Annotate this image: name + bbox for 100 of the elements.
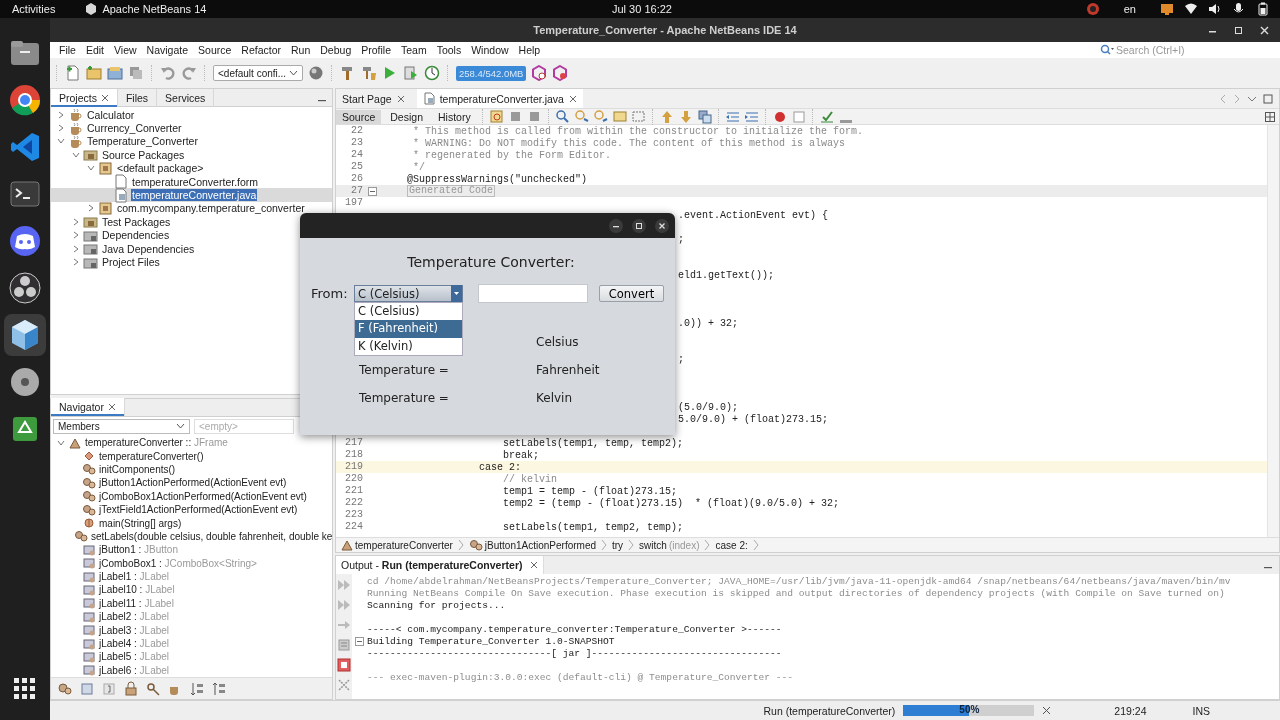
panel-tab[interactable]: Files [117,88,158,107]
member-item[interactable]: temperatureConverter() [99,450,204,462]
profiler-icon[interactable] [552,65,569,81]
activities-button[interactable]: Activities [0,3,68,15]
stack-icon[interactable] [128,65,144,81]
tree-item[interactable]: Source Packages [101,148,186,161]
sort-icon[interactable] [189,680,205,697]
tree-item[interactable]: Currency_Converter [86,122,183,135]
gears-icon[interactable] [57,680,73,697]
member-item[interactable]: jComboBox1ActionPerformed(ActionEvent evt) [99,490,307,502]
clock[interactable]: Jul 30 16:22 [612,3,672,15]
menu-item[interactable]: Team [396,44,432,56]
highlight-icon[interactable] [611,108,628,125]
bookmark-icon[interactable] [696,108,713,125]
close-icon[interactable] [568,94,577,103]
dropdown-option[interactable]: K (Kelvin) [355,337,462,355]
tree-item[interactable]: Test Packages [101,215,172,228]
open-folder-icon[interactable] [107,65,123,81]
find-previous-icon[interactable] [573,108,590,125]
close-icon[interactable] [1042,706,1052,715]
menu-item[interactable]: Profile [356,44,396,56]
new-file-icon[interactable] [65,65,81,81]
menu-item[interactable]: Window [466,44,514,56]
volume-icon[interactable] [1208,2,1222,16]
gauge-icon[interactable] [424,65,440,81]
tree-item[interactable]: com.mycompany.temperature_converter [116,202,306,215]
menu-item[interactable]: Tools [431,44,467,56]
key-icon[interactable] [145,680,161,697]
chevron-down-icon[interactable] [1247,94,1257,103]
panel-tab[interactable]: Projects [51,88,118,107]
menu-item[interactable]: Debug [315,44,357,56]
bracket-icon[interactable] [101,680,117,697]
unit-dropdown[interactable]: C (Celsius) [354,285,463,302]
member-item[interactable]: jLabel3 : JLabel [99,624,170,636]
breadcrumb-item[interactable]: jButton1ActionPerformed [468,539,596,551]
member-item[interactable]: jButton1ActionPerformed(ActionEvent evt) [99,477,287,489]
app-name[interactable]: Apache NetBeans 14 [102,3,207,15]
member-item[interactable]: temperatureConverter :: JFrame [85,437,228,449]
menu-item[interactable]: Run [286,44,316,56]
recorder-icon[interactable] [8,271,42,305]
dropdown-option[interactable]: C (Celsius) [355,303,462,321]
tree-item[interactable]: Calculator [86,108,136,121]
tree-item[interactable]: temperatureConverter.java [131,189,258,202]
member-item[interactable]: jComboBox1 : JComboBox<String> [99,557,257,569]
editor-tab[interactable]: temperatureConverter.java [416,89,583,108]
undo-icon[interactable] [160,65,176,81]
gc-icon[interactable] [531,65,548,81]
menu-item[interactable]: Refactor [236,44,286,56]
chat-app-icon[interactable] [8,224,42,258]
scroll-right-icon[interactable] [1233,93,1241,104]
view-tab[interactable]: Design [384,109,429,124]
statistics-icon[interactable] [336,677,352,693]
tree-item[interactable]: temperatureConverter.form [131,175,260,188]
member-item[interactable]: main(String[] args) [99,517,182,529]
maximize-icon[interactable] [632,218,646,233]
disc-icon[interactable] [8,365,42,399]
breadcrumb-item[interactable]: switch (index) [639,539,700,551]
close-icon[interactable] [107,403,116,412]
find-next-icon[interactable] [592,108,609,125]
split-icon[interactable] [1265,111,1275,122]
close-icon[interactable] [396,94,405,103]
breadcrumb-item[interactable]: temperatureConverter [341,539,453,551]
scroll-left-icon[interactable] [1219,93,1227,104]
microphone-icon[interactable] [1232,2,1246,16]
view-tab[interactable]: History [431,109,477,124]
tree-item[interactable]: Temperature_Converter [86,135,199,148]
breadcrumb-item[interactable]: case 2: [715,539,748,551]
member-item[interactable]: jLabel5 : JLabel [99,651,170,663]
menu-item[interactable]: Navigate [141,44,194,56]
app-grid-icon[interactable] [12,676,38,702]
menu-item[interactable]: Edit [80,44,109,56]
panel-tab[interactable]: Services [157,88,215,107]
fold-toggle-icon[interactable] [367,186,377,196]
close-icon[interactable] [100,93,109,102]
convert-button[interactable]: Convert [599,285,664,302]
stop-icon[interactable] [336,657,352,673]
debug-icon[interactable] [403,65,419,81]
browser-icon[interactable] [8,83,42,117]
hammer-broom-icon[interactable] [361,65,377,81]
language-indicator[interactable]: en [1123,3,1136,15]
code-editor-icon[interactable] [8,130,42,164]
member-item[interactable]: jButton1 : JButton [99,544,178,556]
member-item[interactable]: setLabels(double celsius, double fahrenheit, double ke [91,530,332,542]
battery-icon[interactable] [1256,2,1270,16]
menu-item[interactable]: File [54,44,81,56]
menu-item[interactable]: Help [513,44,546,56]
wifi-icon[interactable] [1184,2,1198,16]
minimize-icon[interactable] [609,218,623,233]
tree-item[interactable]: Java Dependencies [101,242,196,255]
globe-icon[interactable] [308,65,324,81]
breadcrumb-item[interactable]: try [612,539,624,551]
square-icon[interactable] [79,680,95,697]
member-item[interactable]: jLabel2 : JLabel [99,611,170,623]
record-icon[interactable] [1085,2,1100,16]
lock-icon[interactable] [123,680,139,697]
maximize-icon[interactable] [1233,25,1244,36]
magnifier-icon[interactable] [554,108,571,125]
member-item[interactable]: jLabel1 : JLabel [99,571,170,583]
panel-tab[interactable]: Navigator [51,398,125,417]
member-item[interactable]: jLabel6 : JLabel [99,664,170,676]
